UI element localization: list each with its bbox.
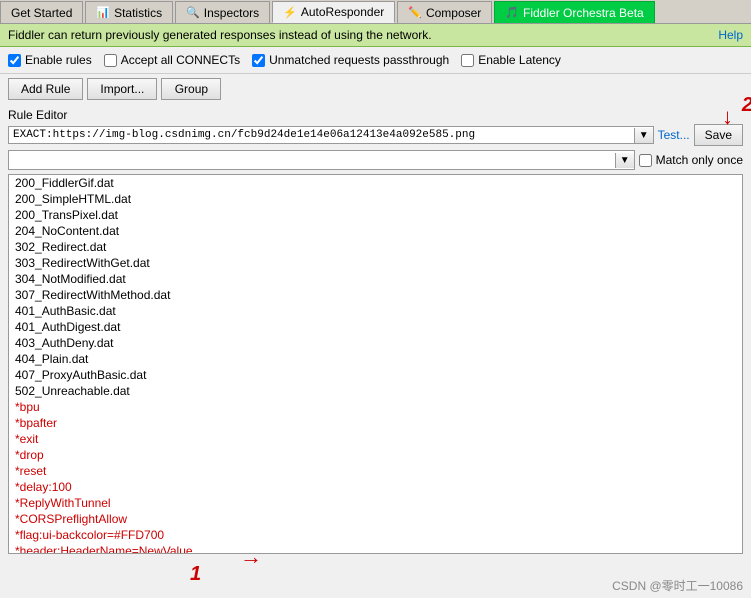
match-once-label: Match only once: [656, 153, 743, 167]
add-rule-button[interactable]: Add Rule: [8, 78, 83, 100]
rule-input[interactable]: [9, 127, 634, 143]
help-link[interactable]: Help: [718, 28, 743, 42]
filter-input[interactable]: [9, 151, 615, 169]
autoresponder-icon: ⚡: [283, 6, 297, 19]
match-row: ▼ Match only once: [8, 150, 743, 170]
list-item[interactable]: 401_AuthDigest.dat: [9, 319, 742, 335]
dropdown-list[interactable]: 200_FiddlerGif.dat200_SimpleHTML.dat200_…: [8, 174, 743, 554]
composer-icon: ✏️: [408, 6, 422, 19]
statistics-icon: 📊: [96, 6, 110, 19]
rule-dropdown-btn[interactable]: ▼: [634, 128, 653, 143]
list-item[interactable]: 204_NoContent.dat: [9, 223, 742, 239]
autoresponder-label: AutoResponder: [301, 5, 384, 19]
list-item[interactable]: 200_TransPixel.dat: [9, 207, 742, 223]
tab-inspectors[interactable]: 🔍 Inspectors: [175, 1, 270, 23]
group-button[interactable]: Group: [161, 78, 221, 100]
annotation-1: 1: [190, 563, 201, 586]
list-item[interactable]: *header:HeaderName=NewValue: [9, 543, 742, 554]
list-item[interactable]: 200_FiddlerGif.dat: [9, 175, 742, 191]
fiddler-orchestra-icon: 🎵: [505, 6, 519, 19]
tab-statistics[interactable]: 📊 Statistics: [85, 1, 173, 23]
list-item[interactable]: 502_Unreachable.dat: [9, 383, 742, 399]
list-item[interactable]: *exit: [9, 431, 742, 447]
tab-autoresponder[interactable]: ⚡ AutoResponder: [272, 1, 395, 23]
info-message: Fiddler can return previously generated …: [8, 28, 432, 42]
rule-editor-section: Rule Editor ▼ Test... Save 2 ↓ ▼ Match o…: [0, 104, 751, 174]
filter-dropdown-btn[interactable]: ▼: [615, 153, 634, 168]
rule-editor-label: Rule Editor: [8, 108, 743, 122]
fiddler-orchestra-label: Fiddler Orchestra Beta: [523, 6, 644, 20]
composer-label: Composer: [426, 6, 481, 20]
get-started-label: Get Started: [11, 6, 72, 20]
inspectors-icon: 🔍: [186, 6, 200, 19]
list-item[interactable]: 304_NotModified.dat: [9, 271, 742, 287]
list-item[interactable]: *flag:ui-backcolor=#FFD700: [9, 527, 742, 543]
list-item[interactable]: 307_RedirectWithMethod.dat: [9, 287, 742, 303]
save-button[interactable]: Save: [694, 124, 743, 146]
enable-latency-label: Enable Latency: [478, 53, 561, 67]
list-item[interactable]: 303_RedirectWithGet.dat: [9, 255, 742, 271]
test-link[interactable]: Test...: [658, 128, 690, 142]
unmatched-checkbox[interactable]: Unmatched requests passthrough: [252, 53, 449, 67]
watermark: CSDN @零时工一10086: [612, 577, 743, 594]
info-bar: Fiddler can return previously generated …: [0, 24, 751, 47]
list-item[interactable]: 407_ProxyAuthBasic.dat: [9, 367, 742, 383]
accept-connects-checkbox[interactable]: Accept all CONNECTs: [104, 53, 240, 67]
accept-connects-label: Accept all CONNECTs: [121, 53, 240, 67]
tab-fiddler-orchestra[interactable]: 🎵 Fiddler Orchestra Beta: [494, 1, 654, 23]
rule-editor-row: ▼ Test... Save 2 ↓: [8, 124, 743, 146]
list-item[interactable]: *bpu: [9, 399, 742, 415]
list-item[interactable]: *drop: [9, 447, 742, 463]
list-item[interactable]: *reset: [9, 463, 742, 479]
toolbar: Enable rules Accept all CONNECTs Unmatch…: [0, 47, 751, 74]
inspectors-label: Inspectors: [204, 6, 259, 20]
unmatched-label: Unmatched requests passthrough: [269, 53, 449, 67]
list-item[interactable]: 403_AuthDeny.dat: [9, 335, 742, 351]
list-item[interactable]: 401_AuthBasic.dat: [9, 303, 742, 319]
import-button[interactable]: Import...: [87, 78, 157, 100]
statistics-label: Statistics: [114, 6, 162, 20]
tab-get-started[interactable]: Get Started: [0, 1, 83, 23]
rule-input-container: ▼: [8, 126, 654, 144]
filter-input-container: ▼: [8, 150, 635, 170]
list-item[interactable]: *delay:100: [9, 479, 742, 495]
enable-rules-checkbox[interactable]: Enable rules: [8, 53, 92, 67]
list-item[interactable]: 200_SimpleHTML.dat: [9, 191, 742, 207]
match-once-checkbox[interactable]: Match only once: [639, 153, 743, 167]
enable-latency-checkbox[interactable]: Enable Latency: [461, 53, 561, 67]
list-item[interactable]: 404_Plain.dat: [9, 351, 742, 367]
tab-bar: Get Started 📊 Statistics 🔍 Inspectors ⚡ …: [0, 0, 751, 24]
buttons-row: Add Rule Import... Group: [0, 74, 751, 104]
list-item[interactable]: *bpafter: [9, 415, 742, 431]
list-item[interactable]: *CORSPreflightAllow: [9, 511, 742, 527]
tab-composer[interactable]: ✏️ Composer: [397, 1, 492, 23]
list-item[interactable]: 302_Redirect.dat: [9, 239, 742, 255]
enable-rules-label: Enable rules: [25, 53, 92, 67]
list-item[interactable]: *ReplyWithTunnel: [9, 495, 742, 511]
